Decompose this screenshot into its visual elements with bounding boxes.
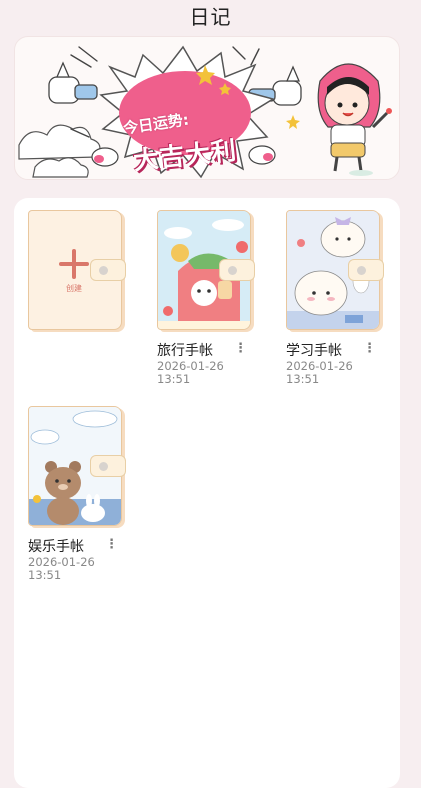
notebook-clasp [219,259,255,281]
create-notebook-button[interactable]: 创建 [28,210,126,332]
notebook-clasp [90,259,126,281]
notebook-time: 13:51 [157,372,191,386]
notebook-entertainment[interactable] [28,406,126,528]
notebook-travel[interactable] [157,210,255,332]
fortune-banner[interactable]: 今日运势: 大吉大利 [14,36,400,180]
notebook-name: 学习手帐 [286,343,342,359]
notebook-name: 娱乐手帐 [28,539,84,555]
notebook-time: 13:51 [286,372,320,386]
more-vertical-icon[interactable]: ⋮ [363,342,376,355]
notebook-clasp [348,259,384,281]
more-vertical-icon[interactable]: ⋮ [105,538,118,551]
plus-icon [59,249,89,279]
create-label: 创建 [66,284,82,293]
top-bar: 日记 [0,0,421,30]
notebook-name: 旅行手帐 [157,343,213,359]
more-vertical-icon[interactable]: ⋮ [234,342,247,355]
notebook-panel: 创建 旅行手帐 ⋮ 2026-01-26 13:51 学习手帐 ⋮ 2026-0… [14,198,400,788]
page-title: 日记 [189,5,232,29]
notebook-clasp [90,455,126,477]
notebook-study[interactable] [286,210,384,332]
notebook-time: 13:51 [28,568,62,582]
